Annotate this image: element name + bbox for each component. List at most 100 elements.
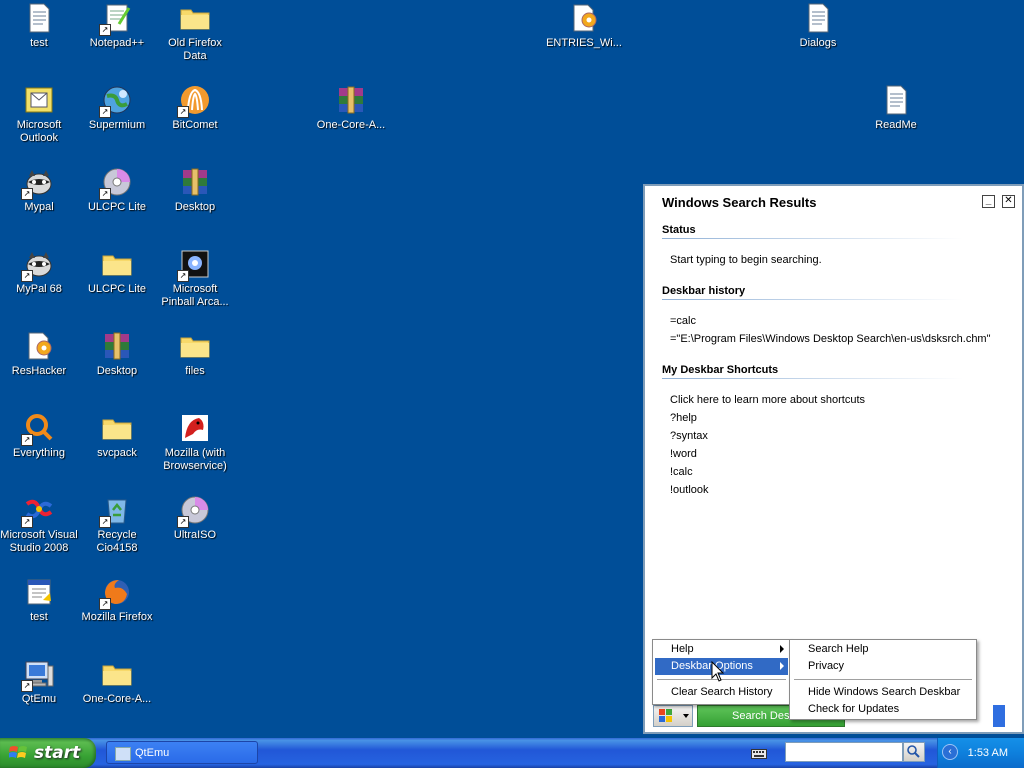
raccoon-icon: ↗ [21,166,55,200]
shortcut-arrow-icon: ↗ [177,270,189,282]
shortcut-item[interactable]: !word [670,448,697,460]
outlook-icon [23,84,55,116]
reshack-icon [568,2,600,34]
desktop-icon-desktop1[interactable]: Desktop [156,166,234,214]
desktop-icon-recycle[interactable]: ↗ Recycle Cio4158 [78,494,156,555]
taskbar: start QtEmu ‹ 1:53 AM [0,738,1024,768]
windows-flag-icon [9,746,27,758]
status-text: Start typing to begin searching. [670,254,822,266]
notification-area: ‹ 1:53 AM [937,738,1024,768]
close-icon: ✕ [1004,195,1013,206]
shortcut-arrow-icon: ↗ [99,24,111,36]
desktop-icon-ultraiso[interactable]: ↗ UltraISO [156,494,234,542]
desktop-icon-oldfirefox[interactable]: Old Firefox Data [156,2,234,63]
close-button[interactable]: ✕ [1002,195,1015,208]
back-arrow-icon[interactable]: ‹ [942,744,958,760]
notepad-icon: ↗ [99,2,133,36]
desktop-icon-label: Old Firefox Data [168,37,222,62]
doc-icon [880,84,912,116]
toolbar-edge [993,705,1005,727]
shortcut-arrow-icon: ↗ [177,516,189,528]
shortcut-item-learn-more[interactable]: Click here to learn more about shortcuts [670,394,865,406]
reshack-icon [23,330,55,362]
start-button[interactable]: start [0,738,96,768]
bitcomet-icon: ↗ [177,84,211,118]
desktop-icon-label: ULCPC Lite [87,201,147,213]
desktop-icon-label: Recycle Cio4158 [96,529,138,554]
desktop-icon-mypal68[interactable]: ↗ MyPal 68 [0,248,78,296]
shortcut-arrow-icon: ↗ [99,188,111,200]
deskbar-search-input[interactable] [785,742,903,762]
batch-icon [23,576,55,608]
desktop-icon-onecore1[interactable]: One-Core-A... [312,84,390,132]
deskbar-options-button[interactable] [653,705,693,727]
desktop-icon-label: One-Core-A... [316,119,386,131]
desktop-icon-label: test [30,37,48,49]
folder-icon [179,2,211,34]
desktop-icon-bitcomet[interactable]: ↗ BitComet [156,84,234,132]
desktop-icon-label: Mozilla Firefox [81,611,153,623]
shortcut-item[interactable]: ?help [670,412,697,424]
desktop-icon-label: MyPal 68 [16,283,62,295]
menu-item-label: Search Help [808,643,869,655]
desktop-icon-label: One-Core-A... [82,693,152,705]
desktop-icon-label: Desktop [174,201,216,213]
folder-icon [101,412,133,444]
desktop-icon-qtemu[interactable]: ↗ QtEmu [0,658,78,706]
clock[interactable]: 1:53 AM [968,747,1008,759]
shortcut-item[interactable]: !calc [670,466,693,478]
keyboard-icon[interactable] [751,747,767,759]
history-item[interactable]: ="E:\Program Files\Windows Desktop Searc… [670,333,991,345]
submenu-item-search-help[interactable]: Search Help [792,641,974,658]
desktop-icon-test1[interactable]: test [0,2,78,50]
taskbar-button-label: QtEmu [135,747,170,759]
desktop-icon-label: QtEmu [21,693,57,705]
menu-item-label: Privacy [808,660,845,672]
submenu-item-check-updates[interactable]: Check for Updates [792,701,974,718]
search-icon [907,745,920,758]
desktop-icon-outlook[interactable]: Microsoft Outlook [0,84,78,145]
desktop-icon-notepadpp[interactable]: ↗ Notepad++ [78,2,156,50]
desktop-icon-entries[interactable]: ENTRIES_Wi... [545,2,623,50]
shortcut-item[interactable]: !outlook [670,484,709,496]
desktop-icon-label: Everything [13,447,65,459]
history-item[interactable]: =calc [670,315,696,327]
desktop-icon-msvs[interactable]: ↗ Microsoft Visual Studio 2008 [0,494,78,555]
deskbar-search-button[interactable] [903,742,925,762]
shortcut-arrow-icon: ↗ [21,188,33,200]
minimize-button[interactable]: _ [982,195,995,208]
desktop-icon-pinball[interactable]: ↗ Microsoft Pinball Arca... [156,248,234,309]
shortcut-arrow-icon: ↗ [21,434,33,446]
taskbar-button-qtemu[interactable]: QtEmu [106,741,258,764]
desktop-icon-label: Notepad++ [89,37,145,49]
desktop-icon-ulcpc1[interactable]: ↗ ULCPC Lite [78,166,156,214]
desktop-icon-label: Microsoft Outlook [16,119,62,144]
desktop-icon-desktop2[interactable]: Desktop [78,330,156,378]
desktop-icon-svcpack[interactable]: svcpack [78,412,156,460]
menu-item-help[interactable]: Help [655,641,788,658]
desktop-icon-label: UltraISO [173,529,217,541]
desktop-icon-reshacker[interactable]: ResHacker [0,330,78,378]
window-title: Windows Search Results [662,195,817,210]
mouse-cursor-icon [711,661,725,682]
shortcut-item[interactable]: ?syntax [670,430,708,442]
menu-item-label: Clear Search History [671,686,773,698]
desktop-icon-test2[interactable]: test [0,576,78,624]
shortcut-arrow-icon: ↗ [99,598,111,610]
desktop-icon-mozilla[interactable]: Mozilla (with Browservice) [156,412,234,473]
computer-icon: ↗ [21,658,55,692]
desktop-icon-files[interactable]: files [156,330,234,378]
desktop-icon-onecore2[interactable]: One-Core-A... [78,658,156,706]
menu-item-label: Help [671,643,694,655]
desktop-icon-firefox[interactable]: ↗ Mozilla Firefox [78,576,156,624]
submenu-item-hide-deskbar[interactable]: Hide Windows Search Deskbar [792,684,974,701]
desktop-icon-ulcpc2[interactable]: ULCPC Lite [78,248,156,296]
desktop-icon-mypal[interactable]: ↗ Mypal [0,166,78,214]
desktop-icon-dialogs[interactable]: Dialogs [779,2,857,50]
submenu-item-privacy[interactable]: Privacy [792,658,974,675]
desktop-icon-supermium[interactable]: ↗ Supermium [78,84,156,132]
cd-icon: ↗ [99,166,133,200]
menu-item-clear-search-history[interactable]: Clear Search History [655,684,788,701]
desktop-icon-everything[interactable]: ↗ Everything [0,412,78,460]
desktop-icon-readme[interactable]: ReadMe [857,84,935,132]
